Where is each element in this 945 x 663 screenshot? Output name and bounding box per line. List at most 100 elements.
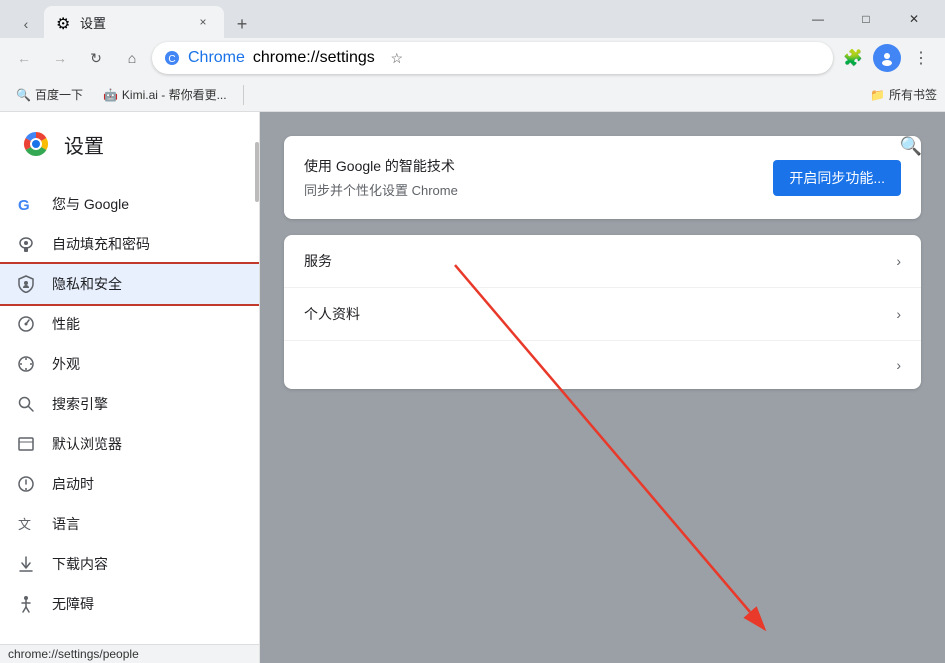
sidebar-item-startup[interactable]: 启动时: [0, 464, 259, 504]
sidebar-item-privacy[interactable]: 隐私和安全: [0, 264, 259, 304]
settings-page-title: 设置: [64, 130, 104, 159]
site-name: Chrome: [188, 49, 245, 67]
omnibox[interactable]: C Chrome chrome://settings ☆: [152, 42, 833, 74]
forward-button[interactable]: →: [44, 42, 76, 74]
accessibility-icon: [16, 594, 36, 614]
sync-button[interactable]: 开启同步功能...: [773, 160, 901, 196]
menu-icon: ⋮: [913, 48, 929, 68]
bookmark-baidu[interactable]: 🔍 百度一下: [8, 82, 91, 107]
url-text: chrome://settings: [253, 49, 375, 67]
profile-button[interactable]: [871, 42, 903, 74]
settings-content: 🔍 使用 Google 的智能技术 同步并个性化设置 Chrome 开启同步功能…: [260, 112, 945, 663]
extensions-button[interactable]: 🧩: [837, 42, 869, 74]
autofill-icon: [16, 234, 36, 254]
bookmark-star-icon: ☆: [390, 50, 403, 67]
sidebar-item-accessibility[interactable]: 无障碍: [0, 584, 259, 624]
sidebar-item-language[interactable]: 文 语言: [0, 504, 259, 544]
extra-row[interactable]: ›: [284, 341, 921, 389]
autofill-label: 自动填充和密码: [52, 234, 150, 254]
svg-text:文: 文: [18, 517, 31, 532]
minimize-button[interactable]: —: [795, 3, 841, 35]
address-bar: ← → ↻ ⌂ C Chrome chrome://settings ☆: [0, 38, 945, 78]
sidebar-item-appearance[interactable]: 外观: [0, 344, 259, 384]
profile-chevron: ›: [896, 306, 901, 322]
maximize-button[interactable]: □: [843, 3, 889, 35]
sync-card-subtitle: 同步并个性化设置 Chrome: [304, 180, 458, 199]
sidebar-header: 设置: [0, 112, 259, 176]
bookmarks-bar: 🔍 百度一下 🤖 Kimi.ai - 帮你看更... 📁 所有书签: [0, 78, 945, 112]
sidebar-item-search-engine[interactable]: 搜索引擎: [0, 384, 259, 424]
language-label: 语言: [52, 514, 80, 534]
content-search-button[interactable]: 🔍: [893, 128, 929, 164]
sidebar-item-default-browser[interactable]: 默认浏览器: [0, 424, 259, 464]
baidu-label: 百度一下: [35, 86, 83, 103]
kimi-favicon: 🤖: [103, 88, 118, 102]
browser-frame: ‹ ⚙ 设置 × + — □ ✕ ← → ↻ ⌂: [0, 0, 945, 663]
tab-favicon: ⚙: [56, 14, 72, 30]
privacy-label: 隐私和安全: [52, 274, 122, 294]
bookmark-kimi[interactable]: 🤖 Kimi.ai - 帮你看更...: [95, 82, 235, 107]
sidebar-item-google[interactable]: G 您与 Google: [0, 184, 259, 224]
home-icon: ⌂: [128, 50, 136, 66]
bookmarks-divider: [243, 85, 244, 105]
new-tab-button[interactable]: +: [228, 10, 256, 38]
accessibility-label: 无障碍: [52, 594, 94, 614]
services-row[interactable]: 服务 ›: [284, 235, 921, 288]
profile-row[interactable]: 个人资料 ›: [284, 288, 921, 341]
sync-card-title: 使用 Google 的智能技术: [304, 156, 458, 176]
tab-strip: ‹ ⚙ 设置 × +: [8, 0, 795, 38]
appearance-label: 外观: [52, 354, 80, 374]
tab-title: 设置: [80, 13, 186, 32]
sidebar-scrollbar-thumb: [255, 142, 259, 202]
services-chevron: ›: [896, 253, 901, 269]
downloads-label: 下载内容: [52, 554, 108, 574]
all-bookmarks-button[interactable]: 📁 所有书签: [870, 86, 937, 103]
chrome-security-icon: C: [164, 50, 180, 66]
extensions-icon: 🧩: [843, 48, 863, 68]
settings-sidebar: 设置 G 您与 Google: [0, 112, 260, 663]
performance-label: 性能: [52, 314, 80, 334]
startup-label: 启动时: [52, 474, 94, 494]
forward-icon: →: [53, 50, 67, 66]
chrome-logo: [20, 128, 52, 160]
sidebar-nav: G 您与 Google 自动填充和密码: [0, 176, 259, 663]
sync-card-text: 使用 Google 的智能技术 同步并个性化设置 Chrome: [304, 156, 458, 199]
back-button[interactable]: ←: [8, 42, 40, 74]
status-bar: chrome://settings/people: [0, 644, 260, 663]
omnibox-icons: ☆: [383, 44, 411, 72]
sidebar-item-autofill[interactable]: 自动填充和密码: [0, 224, 259, 264]
performance-icon: [16, 314, 36, 334]
extra-chevron: ›: [896, 357, 901, 373]
main-content: 设置 G 您与 Google: [0, 112, 945, 663]
back-icon: ←: [17, 50, 31, 66]
privacy-icon: [16, 274, 36, 294]
google-icon: G: [16, 194, 36, 214]
status-url: chrome://settings/people: [8, 647, 139, 661]
google-label: 您与 Google: [52, 194, 129, 214]
close-button[interactable]: ✕: [891, 3, 937, 35]
tab-strip-back-button[interactable]: ‹: [12, 10, 40, 38]
active-tab[interactable]: ⚙ 设置 ×: [44, 6, 224, 38]
menu-button[interactable]: ⋮: [905, 42, 937, 74]
search-engine-icon: [16, 394, 36, 414]
toolbar-icons: 🧩 ⋮: [837, 42, 937, 74]
sync-card: 使用 Google 的智能技术 同步并个性化设置 Chrome 开启同步功能..…: [284, 136, 921, 219]
services-label: 服务: [304, 251, 332, 271]
downloads-icon: [16, 554, 36, 574]
tab-close-button[interactable]: ×: [194, 13, 212, 31]
kimi-label: Kimi.ai - 帮你看更...: [122, 86, 227, 103]
baidu-favicon: 🔍: [16, 88, 31, 102]
sidebar-item-performance[interactable]: 性能: [0, 304, 259, 344]
folder-icon: 📁: [870, 88, 885, 102]
appearance-icon: [16, 354, 36, 374]
svg-text:C: C: [168, 54, 175, 65]
sidebar-scrollbar[interactable]: [255, 112, 259, 663]
sidebar-item-downloads[interactable]: 下载内容: [0, 544, 259, 584]
window-controls: — □ ✕: [795, 3, 937, 35]
home-button[interactable]: ⌂: [116, 42, 148, 74]
svg-text:G: G: [18, 197, 30, 213]
profile-avatar: [873, 44, 901, 72]
startup-icon: [16, 474, 36, 494]
bookmark-star-button[interactable]: ☆: [383, 44, 411, 72]
reload-button[interactable]: ↻: [80, 42, 112, 74]
